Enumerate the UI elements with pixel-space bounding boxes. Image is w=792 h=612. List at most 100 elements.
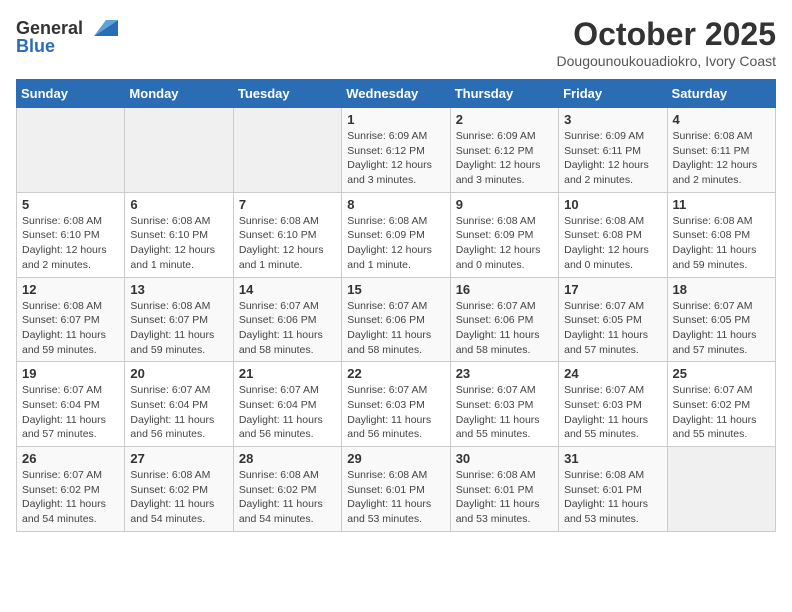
day-number-23: 23 bbox=[456, 366, 553, 381]
day-info-2: Sunrise: 6:09 AM Sunset: 6:12 PM Dayligh… bbox=[456, 129, 553, 188]
day-cell-5: 5 Sunrise: 6:08 AM Sunset: 6:10 PM Daylig… bbox=[17, 192, 125, 277]
day-number-19: 19 bbox=[22, 366, 119, 381]
day-cell-30: 30 Sunrise: 6:08 AM Sunset: 6:01 PM Dayli… bbox=[450, 447, 558, 532]
day-of-week-friday: Friday bbox=[559, 80, 667, 108]
week-row-5: 26 Sunrise: 6:07 AM Sunset: 6:02 PM Dayli… bbox=[17, 447, 776, 532]
day-info-30: Sunrise: 6:08 AM Sunset: 6:01 PM Dayligh… bbox=[456, 468, 553, 527]
day-cell-22: 22 Sunrise: 6:07 AM Sunset: 6:03 PM Dayli… bbox=[342, 362, 450, 447]
day-cell-12: 12 Sunrise: 6:08 AM Sunset: 6:07 PM Dayli… bbox=[17, 277, 125, 362]
day-cell-9: 9Sunrise: 6:08 AM Sunset: 6:09 PM Daylig… bbox=[450, 192, 558, 277]
location: Dougounoukouadiokro, Ivory Coast bbox=[557, 53, 776, 69]
day-number-17: 17 bbox=[564, 282, 661, 297]
day-info-14: Sunrise: 6:07 AM Sunset: 6:06 PM Dayligh… bbox=[239, 299, 336, 358]
day-number-30: 30 bbox=[456, 451, 553, 466]
day-info-25: Sunrise: 6:07 AM Sunset: 6:02 PM Dayligh… bbox=[673, 383, 770, 442]
day-cell-1: 1Sunrise: 6:09 AM Sunset: 6:12 PM Daylig… bbox=[342, 108, 450, 193]
title-area: October 2025 Dougounoukouadiokro, Ivory … bbox=[557, 16, 776, 69]
day-cell-11: 11 Sunrise: 6:08 AM Sunset: 6:08 PM Dayli… bbox=[667, 192, 775, 277]
day-info-12: Sunrise: 6:08 AM Sunset: 6:07 PM Dayligh… bbox=[22, 299, 119, 358]
calendar-body: 1Sunrise: 6:09 AM Sunset: 6:12 PM Daylig… bbox=[17, 108, 776, 532]
day-number-5: 5 bbox=[22, 197, 119, 212]
day-number-25: 25 bbox=[673, 366, 770, 381]
empty-cell bbox=[17, 108, 125, 193]
day-of-week-saturday: Saturday bbox=[667, 80, 775, 108]
week-row-4: 19 Sunrise: 6:07 AM Sunset: 6:04 PM Dayli… bbox=[17, 362, 776, 447]
day-cell-29: 29 Sunrise: 6:08 AM Sunset: 6:01 PM Dayli… bbox=[342, 447, 450, 532]
day-number-15: 15 bbox=[347, 282, 444, 297]
day-cell-14: 14 Sunrise: 6:07 AM Sunset: 6:06 PM Dayli… bbox=[233, 277, 341, 362]
day-info-29: Sunrise: 6:08 AM Sunset: 6:01 PM Dayligh… bbox=[347, 468, 444, 527]
day-number-12: 12 bbox=[22, 282, 119, 297]
day-cell-8: 8Sunrise: 6:08 AM Sunset: 6:09 PM Daylig… bbox=[342, 192, 450, 277]
day-cell-3: 3Sunrise: 6:09 AM Sunset: 6:11 PM Daylig… bbox=[559, 108, 667, 193]
day-cell-23: 23 Sunrise: 6:07 AM Sunset: 6:03 PM Dayli… bbox=[450, 362, 558, 447]
day-cell-17: 17Sunrise: 6:07 AM Sunset: 6:05 PM Dayli… bbox=[559, 277, 667, 362]
day-info-16: Sunrise: 6:07 AM Sunset: 6:06 PM Dayligh… bbox=[456, 299, 553, 358]
logo-icon bbox=[86, 16, 118, 40]
week-row-1: 1Sunrise: 6:09 AM Sunset: 6:12 PM Daylig… bbox=[17, 108, 776, 193]
day-info-20: Sunrise: 6:07 AM Sunset: 6:04 PM Dayligh… bbox=[130, 383, 227, 442]
day-number-18: 18 bbox=[673, 282, 770, 297]
day-number-4: 4 bbox=[673, 112, 770, 127]
day-cell-6: 6Sunrise: 6:08 AM Sunset: 6:10 PM Daylig… bbox=[125, 192, 233, 277]
day-cell-15: 15 Sunrise: 6:07 AM Sunset: 6:06 PM Dayli… bbox=[342, 277, 450, 362]
calendar-table: SundayMondayTuesdayWednesdayThursdayFrid… bbox=[16, 79, 776, 532]
day-info-4: Sunrise: 6:08 AM Sunset: 6:11 PM Dayligh… bbox=[673, 129, 770, 188]
day-cell-28: 28 Sunrise: 6:08 AM Sunset: 6:02 PM Dayli… bbox=[233, 447, 341, 532]
day-cell-24: 24 Sunrise: 6:07 AM Sunset: 6:03 PM Dayli… bbox=[559, 362, 667, 447]
week-row-3: 12 Sunrise: 6:08 AM Sunset: 6:07 PM Dayli… bbox=[17, 277, 776, 362]
empty-cell bbox=[667, 447, 775, 532]
days-of-week-row: SundayMondayTuesdayWednesdayThursdayFrid… bbox=[17, 80, 776, 108]
day-info-26: Sunrise: 6:07 AM Sunset: 6:02 PM Dayligh… bbox=[22, 468, 119, 527]
logo: General Blue bbox=[16, 16, 118, 57]
day-cell-26: 26 Sunrise: 6:07 AM Sunset: 6:02 PM Dayli… bbox=[17, 447, 125, 532]
day-info-18: Sunrise: 6:07 AM Sunset: 6:05 PM Dayligh… bbox=[673, 299, 770, 358]
day-of-week-tuesday: Tuesday bbox=[233, 80, 341, 108]
day-info-24: Sunrise: 6:07 AM Sunset: 6:03 PM Dayligh… bbox=[564, 383, 661, 442]
day-cell-31: 31Sunrise: 6:08 AM Sunset: 6:01 PM Dayli… bbox=[559, 447, 667, 532]
day-info-7: Sunrise: 6:08 AM Sunset: 6:10 PM Dayligh… bbox=[239, 214, 336, 273]
day-info-23: Sunrise: 6:07 AM Sunset: 6:03 PM Dayligh… bbox=[456, 383, 553, 442]
day-number-6: 6 bbox=[130, 197, 227, 212]
day-of-week-wednesday: Wednesday bbox=[342, 80, 450, 108]
day-number-7: 7 bbox=[239, 197, 336, 212]
day-info-1: Sunrise: 6:09 AM Sunset: 6:12 PM Dayligh… bbox=[347, 129, 444, 188]
day-info-9: Sunrise: 6:08 AM Sunset: 6:09 PM Dayligh… bbox=[456, 214, 553, 273]
day-of-week-thursday: Thursday bbox=[450, 80, 558, 108]
day-cell-27: 27Sunrise: 6:08 AM Sunset: 6:02 PM Dayli… bbox=[125, 447, 233, 532]
day-info-27: Sunrise: 6:08 AM Sunset: 6:02 PM Dayligh… bbox=[130, 468, 227, 527]
day-cell-16: 16 Sunrise: 6:07 AM Sunset: 6:06 PM Dayli… bbox=[450, 277, 558, 362]
calendar-header: SundayMondayTuesdayWednesdayThursdayFrid… bbox=[17, 80, 776, 108]
day-number-13: 13 bbox=[130, 282, 227, 297]
day-info-8: Sunrise: 6:08 AM Sunset: 6:09 PM Dayligh… bbox=[347, 214, 444, 273]
day-number-28: 28 bbox=[239, 451, 336, 466]
day-number-22: 22 bbox=[347, 366, 444, 381]
day-cell-4: 4 Sunrise: 6:08 AM Sunset: 6:11 PM Daylig… bbox=[667, 108, 775, 193]
day-number-11: 11 bbox=[673, 197, 770, 212]
day-number-24: 24 bbox=[564, 366, 661, 381]
day-number-10: 10 bbox=[564, 197, 661, 212]
day-info-11: Sunrise: 6:08 AM Sunset: 6:08 PM Dayligh… bbox=[673, 214, 770, 273]
day-number-26: 26 bbox=[22, 451, 119, 466]
day-info-22: Sunrise: 6:07 AM Sunset: 6:03 PM Dayligh… bbox=[347, 383, 444, 442]
day-cell-7: 7 Sunrise: 6:08 AM Sunset: 6:10 PM Daylig… bbox=[233, 192, 341, 277]
day-number-14: 14 bbox=[239, 282, 336, 297]
day-cell-18: 18 Sunrise: 6:07 AM Sunset: 6:05 PM Dayli… bbox=[667, 277, 775, 362]
day-info-31: Sunrise: 6:08 AM Sunset: 6:01 PM Dayligh… bbox=[564, 468, 661, 527]
day-number-29: 29 bbox=[347, 451, 444, 466]
day-number-16: 16 bbox=[456, 282, 553, 297]
day-cell-10: 10 Sunrise: 6:08 AM Sunset: 6:08 PM Dayli… bbox=[559, 192, 667, 277]
header: General Blue October 2025 Dougounoukouad… bbox=[16, 16, 776, 69]
day-cell-20: 20 Sunrise: 6:07 AM Sunset: 6:04 PM Dayli… bbox=[125, 362, 233, 447]
day-info-28: Sunrise: 6:08 AM Sunset: 6:02 PM Dayligh… bbox=[239, 468, 336, 527]
day-cell-2: 2Sunrise: 6:09 AM Sunset: 6:12 PM Daylig… bbox=[450, 108, 558, 193]
empty-cell bbox=[233, 108, 341, 193]
day-info-5: Sunrise: 6:08 AM Sunset: 6:10 PM Dayligh… bbox=[22, 214, 119, 273]
day-info-19: Sunrise: 6:07 AM Sunset: 6:04 PM Dayligh… bbox=[22, 383, 119, 442]
day-info-10: Sunrise: 6:08 AM Sunset: 6:08 PM Dayligh… bbox=[564, 214, 661, 273]
day-number-21: 21 bbox=[239, 366, 336, 381]
day-info-15: Sunrise: 6:07 AM Sunset: 6:06 PM Dayligh… bbox=[347, 299, 444, 358]
day-of-week-monday: Monday bbox=[125, 80, 233, 108]
day-cell-19: 19 Sunrise: 6:07 AM Sunset: 6:04 PM Dayli… bbox=[17, 362, 125, 447]
day-number-20: 20 bbox=[130, 366, 227, 381]
